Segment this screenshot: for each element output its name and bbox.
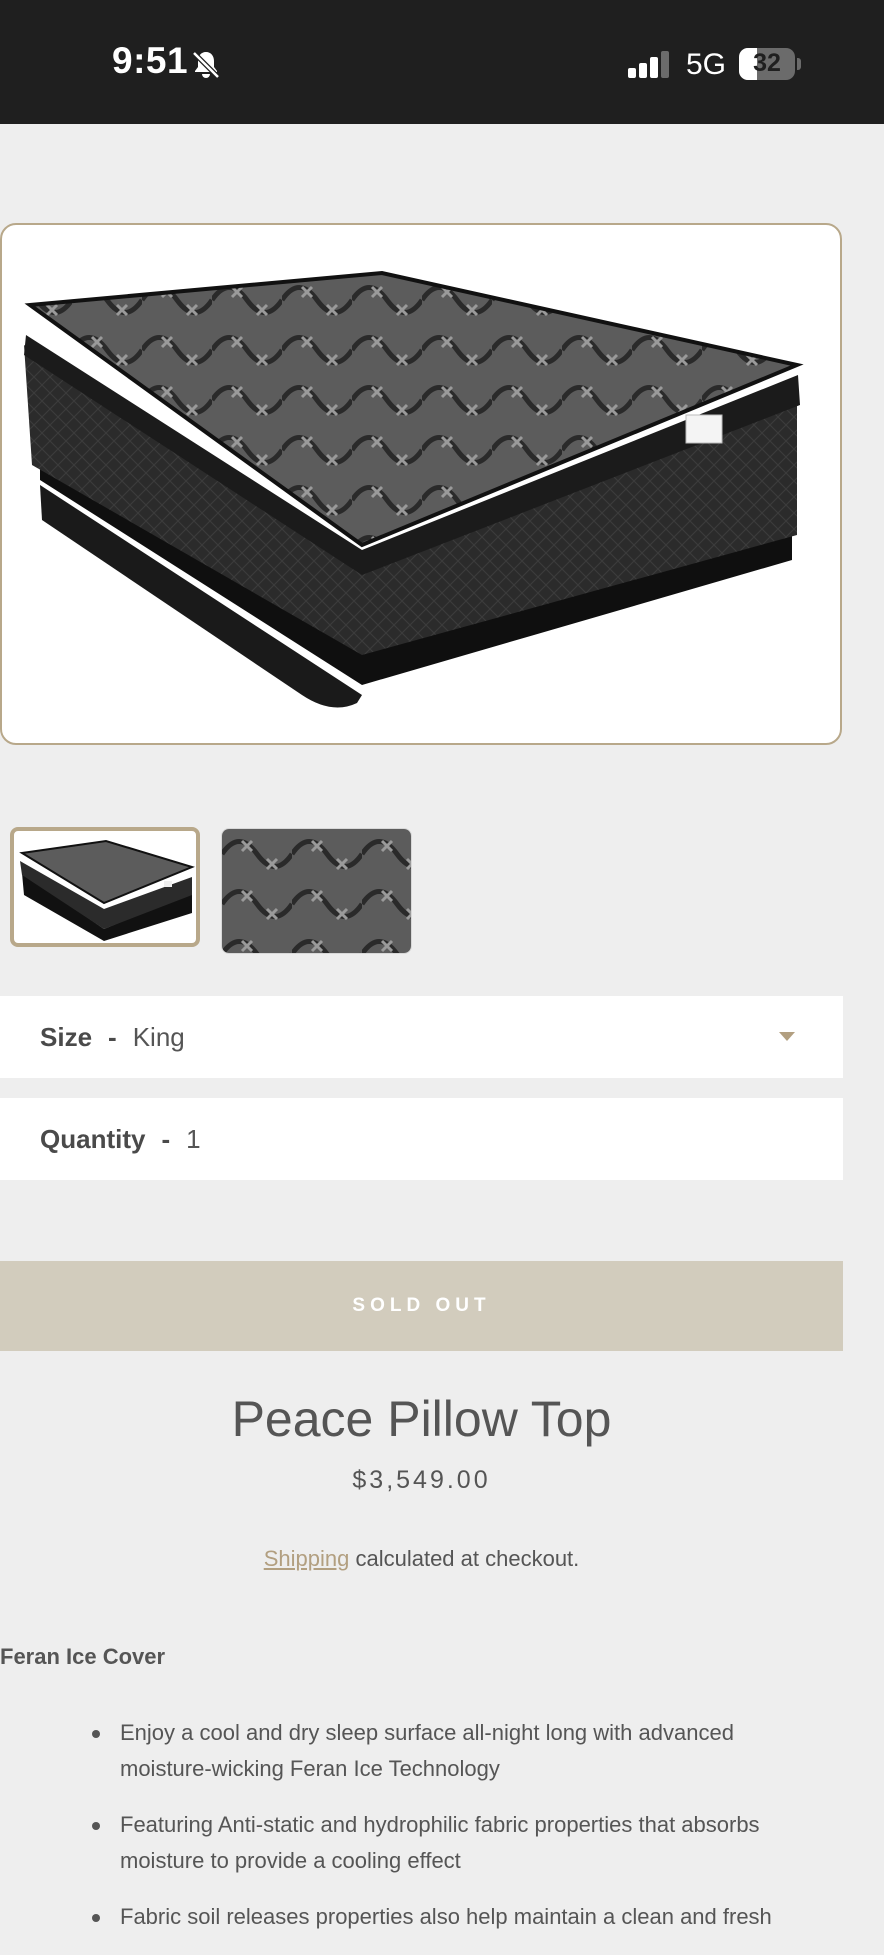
status-time: 9:51 (112, 40, 189, 81)
battery-percentage: 32 (753, 49, 781, 77)
product-title: Peace Pillow Top (231, 1391, 612, 1447)
feature-text: Featuring Anti-static and hydrophilic fa… (120, 1812, 760, 1873)
shipping-note: Shipping calculated at checkout. (0, 1546, 843, 1572)
chevron-down-icon (779, 1032, 795, 1041)
thumbnail-mattress[interactable] (10, 827, 200, 947)
status-bar: 9:51 5G 32 (0, 0, 884, 124)
bullet-icon (92, 1822, 100, 1830)
bell-muted-icon (192, 51, 220, 79)
mattress-thumbnail-image (19, 839, 195, 941)
size-select[interactable]: Size - King (0, 996, 843, 1078)
bullet-icon (92, 1914, 100, 1922)
thumbnail-fabric[interactable] (221, 828, 412, 954)
bullet-icon (92, 1730, 100, 1738)
feature-text: Fabric soil releases properties also hel… (120, 1904, 772, 1929)
product-main-image[interactable] (0, 223, 842, 745)
list-item: Fabric soil releases properties also hel… (0, 1899, 843, 1935)
list-item: Enjoy a cool and dry sleep surface all-n… (0, 1715, 843, 1787)
signal-icon (628, 51, 669, 78)
sold-out-button[interactable]: SOLD OUT (0, 1261, 843, 1351)
fabric-thumbnail-image (222, 829, 411, 953)
feature-text: Enjoy a cool and dry sleep surface all-n… (120, 1720, 734, 1781)
list-item: Featuring Anti-static and hydrophilic fa… (0, 1807, 843, 1879)
quantity-label: Quantity (40, 1123, 146, 1154)
feature-list: Enjoy a cool and dry sleep surface all-n… (0, 1715, 843, 1955)
network-type: 5G (686, 48, 727, 81)
quantity-field[interactable]: Quantity - 1 (0, 1098, 843, 1180)
shipping-note-text: calculated at checkout. (349, 1546, 580, 1571)
product-price: $3,549.00 (352, 1466, 491, 1494)
mattress-image (24, 270, 804, 708)
size-value: King (132, 1021, 185, 1052)
description-heading: Feran Ice Cover (0, 1644, 166, 1669)
size-label: Size (40, 1021, 93, 1052)
battery-icon: 32 (739, 48, 801, 80)
size-separator: - (108, 1021, 117, 1052)
shipping-link[interactable]: Shipping (264, 1546, 350, 1571)
quantity-separator: - (161, 1123, 171, 1154)
quantity-value[interactable]: 1 (186, 1124, 200, 1155)
